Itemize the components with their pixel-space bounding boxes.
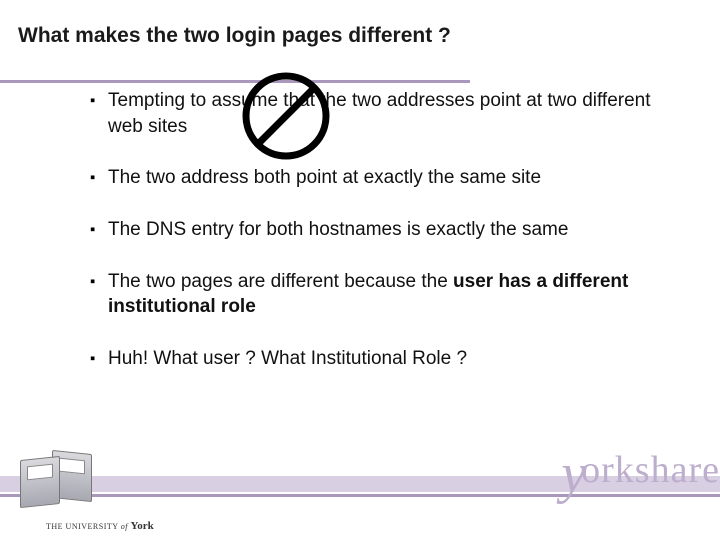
bullet-item: ▪ The DNS entry for both hostnames is ex… [90, 217, 670, 243]
bullet-mark-icon: ▪ [90, 346, 108, 372]
yorkshare-logo: yorkshare [561, 432, 720, 496]
bullet-item: ▪ The two address both point at exactly … [90, 165, 670, 191]
bullet-text: Huh! What user ? What Institutional Role… [108, 346, 670, 372]
bullet-item: ▪ Tempting to assume that the two addres… [90, 88, 670, 139]
title-band: What makes the two login pages different… [0, 24, 720, 48]
bullet-item: ▪ Huh! What user ? What Institutional Ro… [90, 346, 670, 372]
bullet-text: The DNS entry for both hostnames is exac… [108, 217, 670, 243]
bullet-mark-icon: ▪ [90, 165, 108, 191]
slide-body: ▪ Tempting to assume that the two addres… [90, 88, 670, 397]
university-label: THE UNIVERSITY of York [46, 520, 154, 532]
logo-y: y [561, 442, 587, 506]
bullet-text: The two address both point at exactly th… [108, 165, 670, 191]
slide-title: What makes the two login pages different… [0, 24, 720, 48]
bullet-mark-icon: ▪ [90, 269, 108, 320]
bullet-text: Tempting to assume that the two addresse… [108, 88, 670, 139]
server-thumbnail-icon [18, 446, 110, 512]
bullet-item: ▪ The two pages are different because th… [90, 269, 670, 320]
bullet-mark-icon: ▪ [90, 88, 108, 139]
bullet-mark-icon: ▪ [90, 217, 108, 243]
logo-text: orkshare [581, 449, 720, 491]
bullet-text: The two pages are different because the … [108, 269, 670, 320]
slide: What makes the two login pages different… [0, 0, 720, 540]
title-underline [0, 80, 470, 83]
